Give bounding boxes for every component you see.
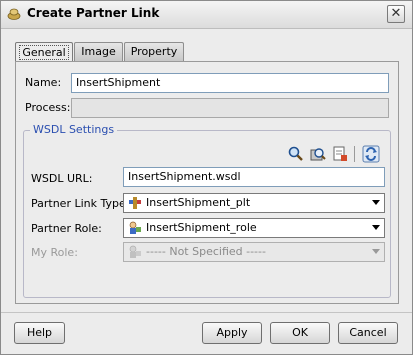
create-partner-link-dialog: Create Partner Link ✕ General Image Prop… (0, 0, 413, 355)
process-field (71, 98, 389, 118)
my-role-select: ----- Not Specified ----- (123, 242, 385, 262)
partner-link-type-value: InsertShipment_plt (146, 196, 251, 209)
name-label: Name: (25, 76, 62, 89)
tab-property-label: Property (130, 45, 178, 58)
help-button[interactable]: Help (14, 322, 65, 344)
tab-general[interactable]: General (15, 42, 73, 62)
close-icon: ✕ (390, 6, 402, 21)
wsdl-url-label: WSDL URL: (31, 172, 93, 185)
close-button[interactable]: ✕ (387, 5, 405, 23)
my-role-label: My Role: (31, 246, 78, 259)
chevron-down-icon (372, 225, 380, 230)
role-icon (129, 221, 141, 234)
tab-property[interactable]: Property (124, 42, 184, 61)
tab-image[interactable]: Image (74, 42, 123, 61)
partner-link-type-label: Partner Link Type: (31, 197, 130, 210)
chevron-down-icon (372, 249, 380, 254)
apply-button[interactable]: Apply (202, 322, 262, 344)
cancel-button[interactable]: Cancel (338, 322, 398, 344)
name-field[interactable]: InsertShipment (71, 73, 389, 93)
partner-link-icon (7, 8, 21, 20)
chevron-down-icon (372, 200, 380, 205)
title-bar[interactable]: Create Partner Link ✕ (1, 1, 412, 29)
refresh-icon[interactable] (362, 145, 380, 163)
dialog-title: Create Partner Link (27, 6, 160, 20)
my-role-value: ----- Not Specified ----- (146, 245, 266, 258)
partner-role-select[interactable]: InsertShipment_role (123, 218, 385, 238)
process-label: Process: (25, 101, 71, 114)
partner-link-type-icon (129, 197, 141, 209)
search-icon[interactable] (287, 145, 305, 163)
define-adapter-icon[interactable] (331, 145, 349, 163)
button-bar-divider (1, 312, 412, 313)
wsdl-url-field[interactable]: InsertShipment.wsdl (123, 167, 385, 187)
tab-image-label: Image (81, 45, 116, 58)
toolbar-separator (354, 146, 355, 162)
partner-role-value: InsertShipment_role (146, 221, 257, 234)
tab-general-label: General (19, 45, 69, 60)
service-explorer-icon[interactable] (309, 145, 327, 163)
ok-button[interactable]: OK (270, 322, 330, 344)
general-panel: Name: InsertShipment Process: WSDL Setti… (15, 61, 399, 304)
role-icon (129, 245, 141, 258)
partner-role-label: Partner Role: (31, 222, 102, 235)
wsdl-settings-title: WSDL Settings (30, 123, 118, 136)
partner-link-type-select[interactable]: InsertShipment_plt (123, 193, 385, 213)
